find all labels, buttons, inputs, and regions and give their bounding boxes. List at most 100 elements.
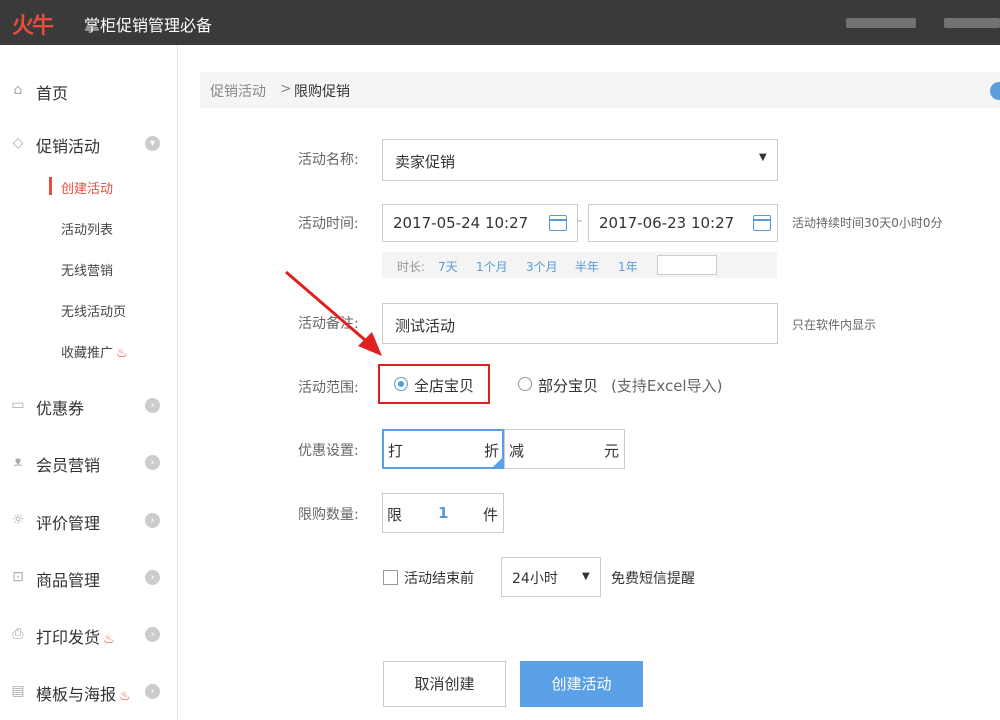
- printer-icon: ⎙: [12, 626, 24, 642]
- home-icon: ⌂: [13, 82, 23, 98]
- end-time-input[interactable]: 2017-06-23 10:27: [588, 204, 778, 242]
- scope-part-label: 部分宝贝: [538, 377, 599, 395]
- review-icon: ☼: [11, 512, 25, 528]
- discount-prefix: 打: [388, 442, 404, 460]
- minus-prefix: 减: [509, 442, 525, 460]
- duration-text: 活动持续时间30天0小时0分: [792, 216, 943, 230]
- template-icon: ▤: [11, 683, 25, 699]
- chevron-right-icon: ›: [145, 684, 160, 699]
- custom-duration-input[interactable]: [657, 255, 717, 275]
- fire-icon: ♨: [119, 689, 131, 704]
- sub-wireless-marketing[interactable]: 无线营销: [0, 254, 178, 284]
- remind-checkbox[interactable]: [383, 570, 398, 585]
- quick-label: 时长:: [397, 260, 426, 274]
- sub-label: 活动列表: [61, 223, 114, 238]
- calendar-icon[interactable]: [753, 215, 771, 231]
- quick-1y[interactable]: 1年: [618, 258, 638, 275]
- nav-print[interactable]: ⎙ 打印发货 ♨ ›: [0, 614, 178, 654]
- nav-member-label: 会员营销: [36, 456, 101, 475]
- active-indicator: [49, 177, 52, 195]
- sub-favorite-promo[interactable]: 收藏推广 ♨: [0, 336, 178, 366]
- cancel-button[interactable]: 取消创建: [383, 661, 506, 707]
- sub-label: 创建活动: [61, 182, 114, 197]
- remind-select[interactable]: 24小时 ▼: [501, 557, 601, 597]
- quick-1m[interactable]: 1个月: [476, 258, 508, 275]
- nav-promo[interactable]: ◇ 促销活动 ▾: [0, 123, 178, 163]
- fire-icon: ♨: [103, 632, 115, 647]
- caret-down-icon: ▼: [759, 152, 767, 163]
- name-value: 卖家促销: [395, 153, 456, 171]
- radio-partial[interactable]: [518, 377, 532, 391]
- resize-handle-icon: [493, 458, 502, 467]
- nav-goods[interactable]: ⊡ 商品管理 ›: [0, 557, 178, 597]
- limit-label: 限购数量:: [298, 507, 359, 523]
- chevron-right-icon: ›: [145, 627, 160, 642]
- breadcrumb: 促销活动 > 限购促销: [200, 72, 1000, 108]
- sub-label: 收藏推广 ♨: [61, 342, 128, 361]
- limit-value: 1: [438, 504, 449, 522]
- nav-promo-label: 促销活动: [36, 137, 101, 156]
- quick-half-year[interactable]: 半年: [575, 258, 599, 275]
- calendar-icon[interactable]: [549, 215, 567, 231]
- chevron-right-icon: ›: [145, 455, 160, 470]
- note-value: 测试活动: [395, 317, 456, 335]
- account-blurred: [944, 18, 1000, 28]
- nav-coupon-label: 优惠券: [36, 399, 85, 418]
- nav-member[interactable]: ᴥ 会员营销 ›: [0, 442, 178, 482]
- start-time-value: 2017-05-24 10:27: [393, 214, 529, 232]
- sub-wireless-page[interactable]: 无线活动页: [0, 295, 178, 325]
- nav-coupon[interactable]: ▭ 优惠券 ›: [0, 385, 178, 425]
- note-input[interactable]: 测试活动: [382, 303, 778, 344]
- sub-label-text: 收藏推广: [61, 346, 114, 361]
- name-select[interactable]: 卖家促销 ▼: [382, 139, 778, 181]
- nav-home-label: 首页: [36, 84, 69, 103]
- top-bar: 火牛 掌柜促销管理必备: [0, 0, 1000, 45]
- radio-all-shop[interactable]: [394, 377, 408, 391]
- nav-review-label: 评价管理: [36, 514, 101, 533]
- note-hint: 只在软件内显示: [792, 318, 877, 332]
- nav-template[interactable]: ▤ 模板与海报 ♨ ›: [0, 671, 178, 711]
- discount-input[interactable]: 打 折: [382, 429, 504, 469]
- sub-create-activity[interactable]: 创建活动: [0, 172, 178, 202]
- time-dash: -: [577, 213, 583, 229]
- sidebar: ⌂ 首页 ◇ 促销活动 ▾ 创建活动 活动列表 无线营销 无线活动页 收藏推广 ♨…: [0, 45, 178, 720]
- sub-label: 无线营销: [61, 264, 114, 279]
- nav-template-text: 模板与海报: [36, 685, 117, 704]
- limit-prefix: 限: [387, 506, 403, 524]
- nav-home[interactable]: ⌂ 首页: [0, 70, 178, 110]
- quick-3m[interactable]: 3个月: [526, 258, 558, 275]
- remind-label: 活动结束前: [404, 571, 474, 587]
- sub-activity-list[interactable]: 活动列表: [0, 213, 178, 243]
- fire-icon: ♨: [116, 346, 128, 361]
- create-button[interactable]: 创建活动: [520, 661, 643, 707]
- scope-all-label: 全店宝贝: [414, 377, 475, 395]
- nav-template-label: 模板与海报 ♨: [36, 681, 131, 705]
- nav-goods-label: 商品管理: [36, 571, 101, 590]
- limit-suffix: 件: [483, 506, 499, 524]
- breadcrumb-separator: >: [280, 81, 292, 97]
- name-label: 活动名称:: [298, 152, 359, 168]
- nav-print-text: 打印发货: [36, 628, 101, 647]
- user-info-blurred: [846, 18, 916, 28]
- sub-label: 无线活动页: [61, 305, 127, 320]
- limit-input[interactable]: 限 1 件: [382, 493, 504, 533]
- start-time-input[interactable]: 2017-05-24 10:27: [382, 204, 578, 242]
- user-icon: ᴥ: [13, 454, 23, 470]
- scope-part-hint: (支持Excel导入): [611, 377, 723, 395]
- chevron-down-icon: ▾: [145, 136, 160, 151]
- nav-review[interactable]: ☼ 评价管理 ›: [0, 500, 178, 540]
- breadcrumb-parent[interactable]: 促销活动: [210, 81, 266, 101]
- time-label: 活动时间:: [298, 216, 359, 232]
- minus-suffix: 元: [604, 442, 620, 460]
- remind-value: 24小时: [512, 571, 558, 587]
- shop-icon: ⊡: [12, 569, 24, 585]
- scope-label: 活动范围:: [298, 380, 359, 396]
- chevron-right-icon: ›: [145, 398, 160, 413]
- chevron-right-icon: ›: [145, 513, 160, 528]
- remind-suffix: 免费短信提醒: [611, 571, 695, 587]
- tag-icon: ◇: [12, 135, 24, 151]
- quick-7d[interactable]: 7天: [438, 258, 458, 275]
- discount-label: 优惠设置:: [298, 443, 359, 459]
- breadcrumb-current: 限购促销: [294, 84, 350, 100]
- minus-input[interactable]: 减 元: [504, 429, 625, 469]
